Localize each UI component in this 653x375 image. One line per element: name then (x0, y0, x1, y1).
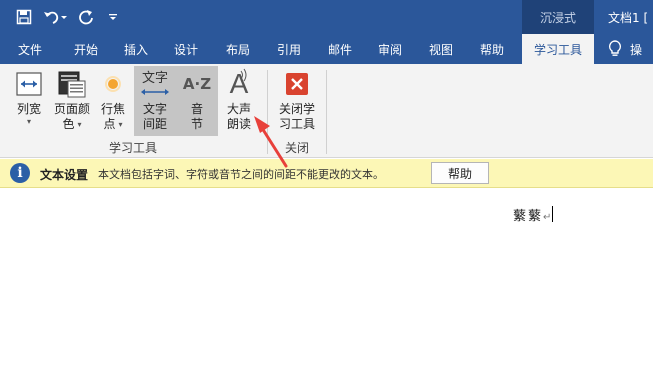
page-color-icon (58, 71, 86, 98)
group-label-learning-tools: 学习工具 (109, 141, 158, 155)
line-focus-icon (105, 76, 121, 92)
title-bar: 沉浸式 文档1 [ (0, 0, 653, 34)
help-button[interactable]: 帮助 (431, 162, 489, 184)
tab-review[interactable]: 审阅 (364, 34, 416, 64)
tab-layout[interactable]: 布局 (212, 34, 264, 64)
message-bar-text: 本文档包括字词、字符或音节之间的间距不能更改的文本。 (98, 168, 384, 181)
text-spacing-icon: 文字 (141, 71, 168, 86)
document-title: 文档1 [ (608, 10, 649, 25)
syllables-button[interactable]: A·Z 音 节 (178, 66, 216, 132)
document-text-content: 蘩蘩 (513, 209, 544, 224)
tell-me-box[interactable]: 操 (608, 34, 642, 64)
message-bar-title: 文本设置 (40, 168, 89, 182)
tab-design[interactable]: 设计 (160, 34, 212, 64)
redo-icon (79, 10, 93, 25)
customize-qat-button[interactable] (103, 7, 123, 27)
read-aloud-label: 大声 (226, 102, 251, 116)
save-button[interactable] (14, 7, 34, 27)
read-aloud-label-2: 朗读 (226, 117, 251, 131)
ribbon-tabs: 文件 开始 插入 设计 布局 引用 邮件 审阅 视图 帮助 学习工具 操 (0, 34, 653, 64)
syllables-label: 音 (190, 102, 203, 116)
text-cursor (552, 206, 553, 222)
undo-icon (44, 11, 67, 24)
text-spacing-button[interactable]: 文字 文字 间距 (136, 66, 174, 132)
ribbon-panel: 列宽 ▾ 页面颜 色 ▾ 行焦 点 ▾ 文字 文字 间距 A·Z 音 节 A 大… (0, 64, 653, 158)
document-canvas[interactable]: 蘩蘩↵ (0, 189, 653, 375)
info-icon: i (10, 163, 30, 183)
tab-learning-tools[interactable]: 学习工具 (522, 34, 594, 64)
chevron-down-icon: ▾ (118, 119, 123, 129)
read-aloud-button[interactable]: A 大声 朗读 (221, 66, 257, 132)
tab-help[interactable]: 帮助 (466, 34, 518, 64)
line-focus-label-2: 点 (103, 117, 116, 131)
customize-icon (109, 14, 117, 20)
tab-insert[interactable]: 插入 (110, 34, 162, 64)
column-width-icon (16, 72, 42, 96)
group-separator (267, 70, 268, 154)
tab-home[interactable]: 开始 (60, 34, 112, 64)
line-focus-label: 行焦 (100, 102, 125, 116)
syllables-label-2: 节 (190, 117, 203, 131)
message-bar: i 文本设置 本文档包括字词、字符或音节之间的间距不能更改的文本。 帮助 (0, 159, 653, 188)
tab-mailings[interactable]: 邮件 (314, 34, 366, 64)
column-width-label: 列宽 (16, 102, 41, 116)
close-icon (286, 73, 308, 95)
close-learning-tools-button[interactable]: 关闭学 习工具 (275, 66, 319, 132)
page-color-button[interactable]: 页面颜 色 ▾ (50, 66, 94, 132)
lightbulb-icon (608, 40, 622, 56)
syllables-icon: A·Z (182, 75, 212, 93)
quick-access-toolbar (14, 7, 130, 27)
text-spacing-label-2: 间距 (142, 117, 167, 131)
tab-view[interactable]: 视图 (415, 34, 467, 64)
redo-button[interactable] (76, 7, 96, 27)
close-tools-label-2: 习工具 (278, 117, 315, 131)
text-spacing-label: 文字 (142, 102, 167, 116)
chevron-down-icon: ▾ (26, 117, 31, 126)
tab-references[interactable]: 引用 (263, 34, 315, 64)
line-focus-button[interactable]: 行焦 点 ▾ (96, 66, 130, 132)
undo-button[interactable] (41, 7, 69, 27)
chevron-down-icon: ▾ (77, 119, 82, 129)
immersive-tab[interactable]: 沉浸式 (522, 0, 594, 34)
close-tools-label: 关闭学 (278, 102, 315, 116)
save-icon (16, 9, 32, 25)
tab-file[interactable]: 文件 (4, 34, 56, 64)
tell-me-label: 操 (630, 42, 643, 57)
page-color-label-2: 色 (62, 117, 75, 131)
sound-waves-icon (240, 68, 247, 82)
page-color-label: 页面颜 (53, 102, 90, 116)
group-separator (326, 70, 327, 154)
document-text[interactable]: 蘩蘩↵ (513, 205, 553, 224)
group-label-close: 关闭 (285, 141, 310, 155)
spacing-arrows-icon (141, 89, 169, 95)
column-width-button[interactable]: 列宽 ▾ (10, 66, 48, 127)
